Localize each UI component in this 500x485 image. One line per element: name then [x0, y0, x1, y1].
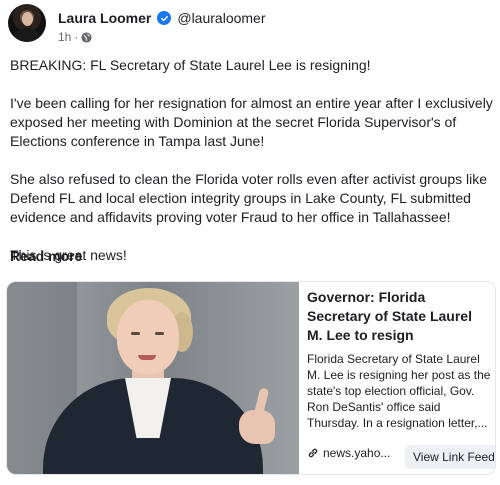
post-meta: 1h ·: [58, 30, 92, 44]
post-paragraph: She also refused to clean the Florida vo…: [10, 171, 488, 225]
meta-separator: ·: [74, 30, 79, 44]
link-preview-card[interactable]: Governor: Florida Secretary of State Lau…: [6, 281, 496, 475]
author-handle[interactable]: @lauraloomer: [177, 10, 265, 26]
avatar-body: [14, 28, 40, 42]
link-preview-title[interactable]: Governor: Florida Secretary of State Lau…: [307, 288, 491, 345]
post-paragraph: I've been calling for her resignation fo…: [10, 95, 493, 149]
read-more-link[interactable]: Read more: [10, 248, 82, 264]
link-preview-image[interactable]: [7, 282, 299, 474]
post-paragraph: BREAKING: FL Secretary of State Laurel L…: [10, 57, 371, 73]
link-source-domain: news.yaho...: [323, 446, 391, 460]
view-link-feed-button[interactable]: View Link Feed: [405, 445, 495, 469]
author-name[interactable]: Laura Loomer: [58, 10, 151, 26]
globe-icon: [81, 31, 92, 43]
verified-badge-icon: [157, 11, 172, 25]
link-source[interactable]: news.yaho...: [307, 446, 390, 460]
avatar[interactable]: [8, 4, 46, 42]
post-text: BREAKING: FL Secretary of State Laurel L…: [10, 56, 494, 284]
timestamp[interactable]: 1h: [58, 30, 71, 44]
link-preview-description: Florida Secretary of State Laurel M. Lee…: [307, 352, 491, 430]
post: Laura Loomer @lauraloomer 1h · BREAKING:…: [0, 0, 500, 485]
post-header: Laura Loomer @lauraloomer: [58, 10, 266, 26]
post-paragraph: This is great news!: [10, 247, 127, 263]
link-icon: [307, 447, 319, 459]
avatar-face: [22, 12, 33, 26]
link-preview-info: Governor: Florida Secretary of State Lau…: [307, 288, 491, 431]
